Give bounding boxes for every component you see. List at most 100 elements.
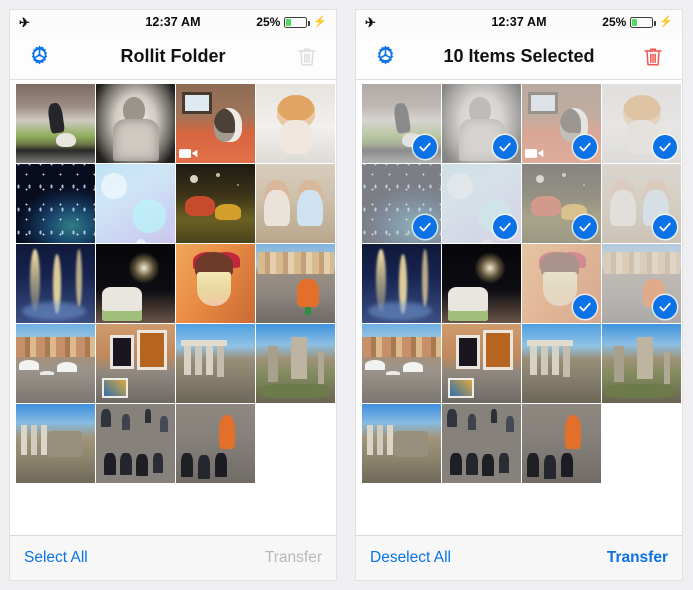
delete-button[interactable] <box>636 40 670 74</box>
status-bar: ✈ 12:37 AM 25% ⚡ <box>356 10 682 34</box>
photo-cell[interactable] <box>362 164 441 243</box>
forum-overlook-photo <box>16 404 95 483</box>
lit-fountain-photo <box>16 244 95 323</box>
photo-cell[interactable] <box>362 404 441 483</box>
photo-cell[interactable] <box>16 164 95 243</box>
photo-cell[interactable] <box>96 244 175 323</box>
status-bar-left: ✈ <box>365 16 376 29</box>
selected-checkmark-badge <box>493 135 517 159</box>
photo-cell[interactable] <box>442 164 521 243</box>
phone-panel-selection: ✈ 12:37 AM 25% ⚡ 10 Items Selected Desel… <box>356 10 682 580</box>
photo-cell[interactable] <box>176 244 255 323</box>
street-performer-photo <box>522 404 601 483</box>
street-art-stall-photo <box>96 324 175 403</box>
status-bar-right: 25% ⚡ <box>602 15 673 29</box>
photo-cell[interactable] <box>362 244 441 323</box>
photo-cell[interactable] <box>442 324 521 403</box>
transfer-button[interactable]: Transfer <box>607 549 668 567</box>
photo-cell[interactable] <box>442 244 521 323</box>
night-park-photo <box>176 164 255 243</box>
photo-cell[interactable] <box>256 324 335 403</box>
piazza-navona-photo <box>16 324 95 403</box>
roman-forum-columns-photo <box>176 324 255 403</box>
street-art-stall-photo <box>442 324 521 403</box>
photo-cell[interactable] <box>602 164 681 243</box>
check-icon <box>419 222 431 232</box>
select-all-button[interactable]: Select All <box>24 549 88 567</box>
photo-grid-scroll-area[interactable] <box>356 80 682 535</box>
photo-cell[interactable] <box>16 324 95 403</box>
deselect-all-button[interactable]: Deselect All <box>370 549 451 567</box>
photo-cell[interactable] <box>96 404 175 483</box>
roman-forum-columns-photo <box>522 324 601 403</box>
photo-cell[interactable] <box>96 164 175 243</box>
photo-cell[interactable] <box>362 324 441 403</box>
photo-cell[interactable] <box>442 84 521 163</box>
photo-cell[interactable] <box>602 84 681 163</box>
fireworks-photo <box>96 244 175 323</box>
street-performer-photo <box>176 404 255 483</box>
page-title: 10 Items Selected <box>443 46 595 66</box>
delete-button[interactable] <box>290 40 324 74</box>
piazza-navona-photo <box>362 324 441 403</box>
check-icon <box>499 222 511 232</box>
settings-gear-button[interactable] <box>368 40 402 74</box>
orange-kitten-photo <box>256 84 335 163</box>
battery-percent-label: 25% <box>602 15 627 29</box>
photo-cell[interactable] <box>176 164 255 243</box>
photo-cell[interactable] <box>602 244 681 323</box>
photo-cell[interactable] <box>16 404 95 483</box>
roman-ruins-photo <box>602 324 681 403</box>
vintage-portrait-photo <box>96 84 175 163</box>
photo-cell[interactable] <box>602 324 681 403</box>
photo-cell[interactable] <box>256 244 335 323</box>
photo-cell[interactable] <box>442 404 521 483</box>
group-in-suits-photo <box>96 404 175 483</box>
video-badge <box>525 147 544 160</box>
photo-cell[interactable] <box>362 84 441 163</box>
photo-cell[interactable] <box>176 324 255 403</box>
gear-icon <box>31 45 47 65</box>
photo-cell[interactable] <box>522 324 601 403</box>
photo-cell[interactable] <box>522 84 601 163</box>
photo-cell[interactable] <box>16 244 95 323</box>
photo-cell[interactable] <box>522 244 601 323</box>
photo-cell[interactable] <box>16 84 95 163</box>
selected-checkmark-badge <box>653 295 677 319</box>
forum-overlook-photo <box>362 404 441 483</box>
photo-cell[interactable] <box>256 164 335 243</box>
nav-bar: 10 Items Selected <box>356 34 682 80</box>
roman-ruins-photo <box>256 324 335 403</box>
selected-checkmark-badge <box>653 215 677 239</box>
check-icon <box>659 142 671 152</box>
photo-cell[interactable] <box>522 164 601 243</box>
bokeh-wallpaper-photo <box>96 164 175 243</box>
photo-cell[interactable] <box>176 404 255 483</box>
photo-cell[interactable] <box>176 84 255 163</box>
status-bar-right: 25% ⚡ <box>256 15 327 29</box>
two-children-photo <box>256 164 335 243</box>
selected-checkmark-badge <box>493 215 517 239</box>
check-icon <box>579 302 591 312</box>
video-camera-icon <box>525 149 544 158</box>
selected-checkmark-badge <box>413 135 437 159</box>
lit-fountain-photo <box>362 244 441 323</box>
trash-icon <box>644 47 662 66</box>
airplane-mode-icon: ✈ <box>19 14 30 30</box>
lightning-bolt-icon: ⚡ <box>659 15 673 28</box>
bottom-toolbar: Deselect All Transfer <box>356 535 682 580</box>
battery-percent-label: 25% <box>256 15 281 29</box>
bottom-toolbar: Select All Transfer <box>10 535 336 580</box>
photo-cell[interactable] <box>256 84 335 163</box>
transfer-button: Transfer <box>264 549 322 566</box>
photo-grid-scroll-area[interactable] <box>10 80 336 535</box>
phone-panel-browse: ✈ 12:37 AM 25% ⚡ Rollit Folder Select Al… <box>10 10 336 580</box>
lightning-bolt-icon: ⚡ <box>313 15 327 28</box>
photo-cell[interactable] <box>96 324 175 403</box>
photo-cell[interactable] <box>522 404 601 483</box>
photo-cell[interactable] <box>96 84 175 163</box>
trash-icon <box>298 48 316 65</box>
photo-grid <box>362 84 682 483</box>
selected-checkmark-badge <box>413 215 437 239</box>
settings-gear-button[interactable] <box>22 40 56 74</box>
